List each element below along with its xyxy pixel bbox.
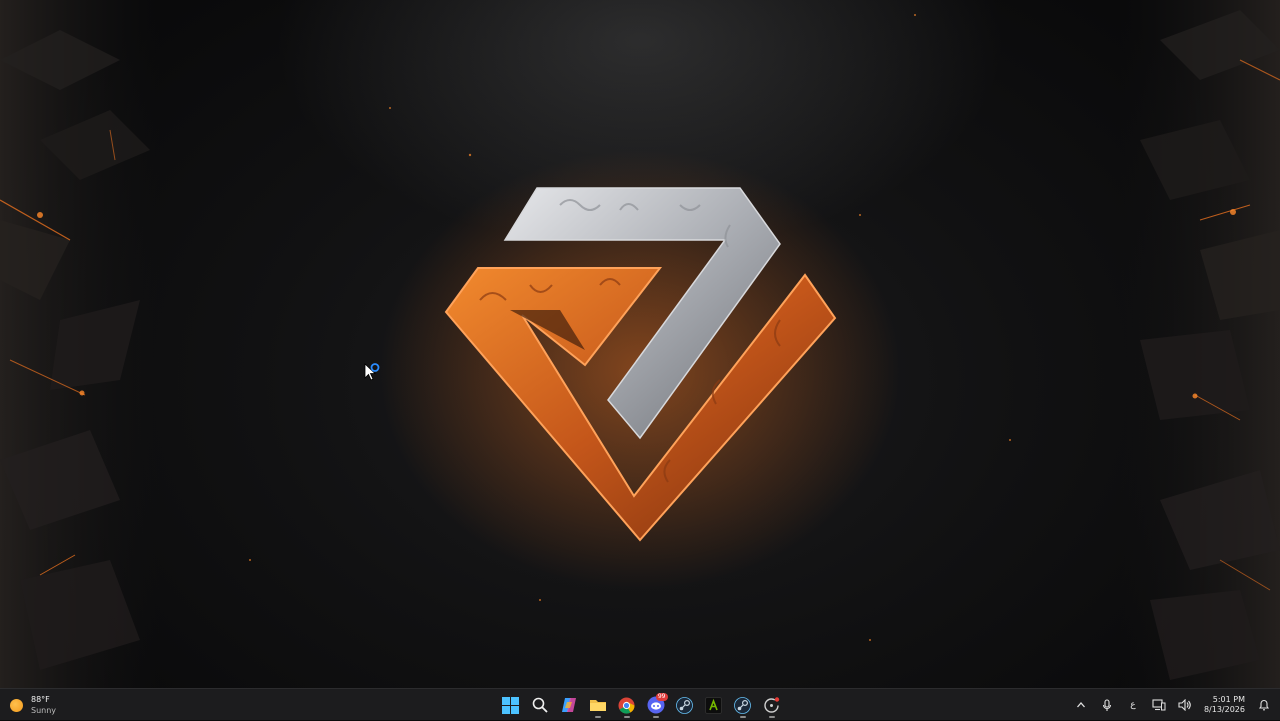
running-indicator [768, 716, 775, 718]
wallpaper-logo [380, 150, 900, 590]
volume-icon [1178, 699, 1191, 711]
microphone-icon [1102, 698, 1112, 711]
running-indicator [623, 716, 630, 718]
clock-date: 8/13/2026 [1203, 705, 1245, 714]
network-icon [1152, 699, 1166, 711]
refresh-icon [764, 696, 780, 713]
taskbar-apps: 99 [496, 692, 786, 718]
notifications-button[interactable] [1251, 692, 1280, 718]
file-explorer-button[interactable] [586, 692, 610, 718]
steam-icon [734, 696, 751, 714]
discord-button[interactable]: 99 [644, 692, 668, 718]
weather-condition: Sunny [31, 705, 57, 715]
discord-badge: 99 [655, 693, 668, 701]
clock-time: 5:01 PM [1212, 695, 1245, 704]
app-update-button[interactable] [760, 692, 784, 718]
running-indicator [739, 716, 746, 718]
nvidia-button[interactable] [702, 692, 726, 718]
search-button[interactable] [528, 692, 552, 718]
chevron-up-icon [1076, 702, 1085, 708]
weather-widget[interactable]: 88°F Sunny [10, 693, 56, 717]
start-button[interactable] [499, 692, 523, 718]
steam-icon [676, 696, 693, 714]
sun-icon [10, 698, 23, 712]
desktop[interactable] [0, 0, 1280, 688]
wallpaper [0, 0, 1280, 688]
right-geometric-pattern [1120, 0, 1280, 688]
windows-logo-icon [502, 696, 519, 714]
running-indicator [652, 716, 659, 718]
copilot-icon [561, 698, 576, 712]
chrome-icon [618, 697, 635, 714]
language-indicator[interactable]: ع [1120, 692, 1146, 718]
steam-button[interactable] [673, 692, 697, 718]
left-geometric-pattern [0, 0, 160, 688]
chrome-button[interactable] [615, 692, 639, 718]
volume-button[interactable] [1172, 692, 1198, 718]
running-indicator [594, 716, 601, 718]
system-tray: ع 5:01 PM 8/13/2026 [1068, 689, 1280, 721]
notification-icon [1258, 700, 1270, 711]
network-button[interactable] [1146, 692, 1172, 718]
weather-temperature: 88°F [31, 694, 50, 704]
clock[interactable]: 5:01 PM 8/13/2026 [1198, 695, 1251, 715]
search-icon [532, 697, 548, 713]
nvidia-icon [705, 696, 722, 714]
busy-cursor [364, 363, 380, 381]
steam-2-button[interactable] [731, 692, 755, 718]
taskbar: 88°F Sunny 99 ع 5:01 PM 8/13/2026 [0, 688, 1280, 720]
microphone-button[interactable] [1094, 692, 1120, 718]
tray-overflow-button[interactable] [1068, 692, 1094, 718]
copilot-button[interactable] [557, 692, 581, 718]
folder-icon [589, 700, 606, 711]
